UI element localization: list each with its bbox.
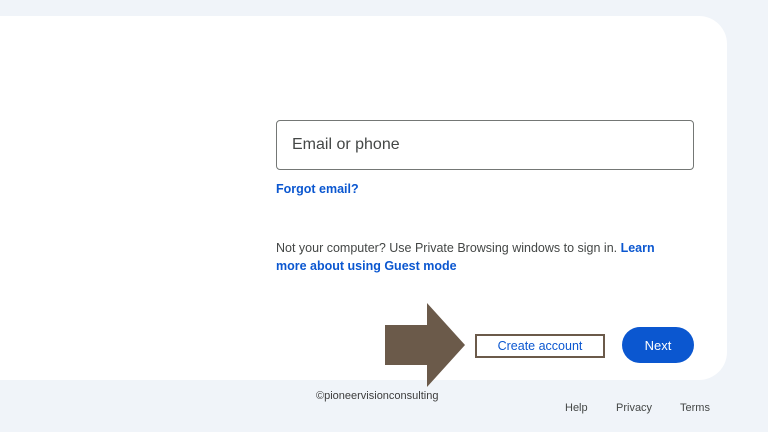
email-field[interactable]: [276, 120, 694, 170]
create-account-button[interactable]: Create account: [475, 334, 605, 358]
watermark-text: ©pioneervisionconsulting: [316, 390, 439, 402]
signin-card: Forgot email? Not your computer? Use Pri…: [0, 16, 727, 387]
forgot-email-link[interactable]: Forgot email?: [276, 182, 359, 196]
footer-links: Help Privacy Terms: [0, 402, 768, 418]
footer-privacy-link[interactable]: Privacy: [616, 402, 652, 414]
email-input[interactable]: [292, 136, 693, 154]
next-button[interactable]: Next: [622, 327, 694, 363]
right-arrow-icon: [385, 303, 465, 387]
guest-mode-notice: Not your computer? Use Private Browsing …: [276, 239, 686, 275]
footer-terms-link[interactable]: Terms: [680, 402, 710, 414]
guest-notice-text: Not your computer? Use Private Browsing …: [276, 241, 621, 255]
footer-help-link[interactable]: Help: [565, 402, 588, 414]
